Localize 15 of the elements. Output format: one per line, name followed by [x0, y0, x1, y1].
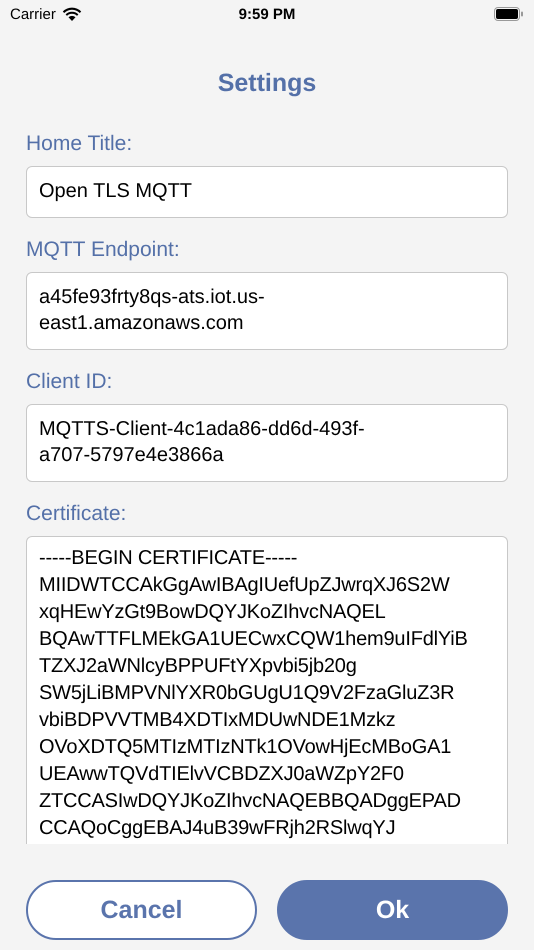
page-title: Settings	[218, 69, 316, 98]
cancel-button[interactable]: Cancel	[26, 880, 257, 940]
field-label: MQTT Endpoint:	[26, 238, 181, 262]
field-label: Home Title:	[26, 132, 134, 156]
ok-button[interactable]: Ok	[277, 880, 508, 940]
text-field[interactable]: a45fe93frty8qs-ats.iot.us- east1.amazonaws.com	[26, 272, 508, 350]
field-label: Certificate:	[26, 502, 128, 526]
battery-icon	[494, 7, 524, 21]
wifi-icon	[62, 7, 82, 21]
status-time: 9:59 PM	[238, 6, 296, 22]
carrier-label: Carrier	[10, 6, 56, 22]
field-label: Client ID:	[26, 370, 114, 394]
certificate-field[interactable]: -----BEGIN CERTIFICATE----- MIIDWTCCAkGgAwIBAgIUefUpZJwrqXJ6S2W xqHEwYzGt9BowDQYJKoZIhvcNAQEL BQAwTTFLMEkGA1UECwxCQW1hem9uIFdlYiB TZXJ2aWNlcyBPPUFtYXpvbi5jb20g SW5jLiBMPVNlYXR0bGUgU1Q9V2FzaGluZ3R vbiBDPVVTMB4XDTIxMDUwNDE1Mzkz OVoXDTQ5MTIzMTIzNTk1OVowHjEcMBoGA1 UEAwwTQVdTIElvVCBDZXJ0aWZpY2F0 ZTCCASIwDQYJKoZIhvcNAQEBBQADggEPAD CCAQoCggEBAJ4uB39wFRjh2RSlwqYJ	[26, 536, 508, 844]
text-field[interactable]: Open TLS MQTT	[26, 166, 508, 218]
text-field[interactable]: MQTTS-Client-4c1ada86-dd6d-493f- a707-5797e4e3866a	[26, 404, 508, 482]
